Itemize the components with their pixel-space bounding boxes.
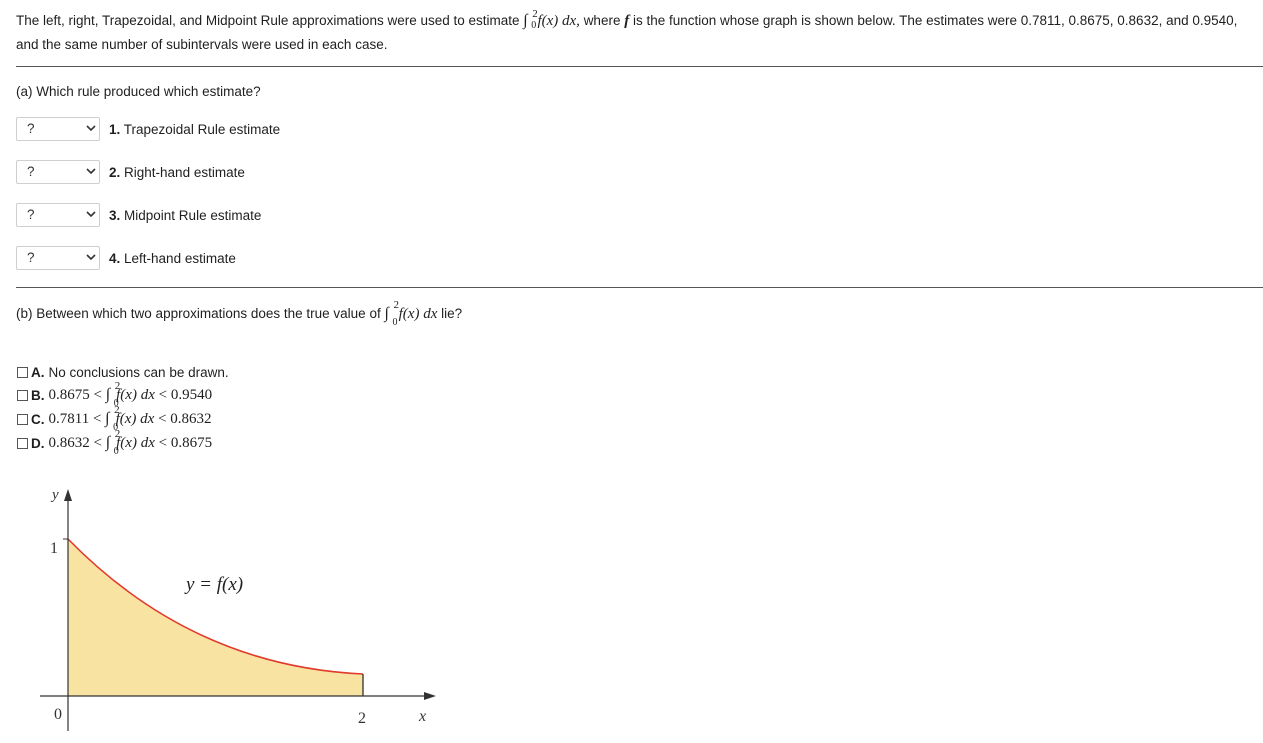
part-b-question: (b) Between which two approximations doe…	[16, 299, 463, 328]
integral-symbol: ∫ 2 0	[105, 404, 120, 433]
option-d-checkbox[interactable]	[17, 437, 28, 449]
integral-symbol: ∫ 2 0	[105, 428, 121, 457]
chevron-down-icon	[86, 125, 96, 132]
option-a-checkbox[interactable]	[17, 366, 28, 378]
option-d[interactable]: D. 0.8632 < ∫ 2 0 f(x) dx < 0.8675	[17, 428, 212, 457]
origin-label: 0	[54, 706, 62, 723]
chevron-down-icon	[86, 211, 96, 218]
option-b-checkbox[interactable]	[17, 389, 28, 401]
option-b[interactable]: B. 0.8675 < ∫ 2 0 f(x) dx < 0.9540	[17, 380, 212, 409]
graph-svg: y x 1 0 2 y = f(x)	[40, 487, 436, 731]
match-label-3: 3. Midpoint Rule estimate	[109, 207, 262, 223]
integral-symbol: ∫ 2 0	[384, 299, 399, 328]
curve-label: y = f(x)	[184, 574, 243, 595]
f-symbol: f	[624, 13, 630, 29]
match-row-3: ? 3. Midpoint Rule estimate	[16, 203, 261, 227]
match-row-4: ? 4. Left-hand estimate	[16, 246, 236, 270]
option-c-checkbox[interactable]	[17, 413, 28, 425]
area-under-curve	[68, 539, 363, 696]
part-a-question: (a) Which rule produced which estimate?	[16, 84, 261, 99]
intro-text-2: where	[583, 13, 621, 28]
integral-symbol: ∫ 2 0	[523, 8, 538, 31]
divider	[16, 66, 1263, 67]
estimate-select-3[interactable]: ?	[16, 203, 100, 227]
option-c[interactable]: C. 0.7811 < ∫ 2 0 f(x) dx < 0.8632	[17, 404, 212, 433]
y-tick-label: 1	[50, 540, 58, 557]
estimate-select-4[interactable]: ?	[16, 246, 100, 270]
x-axis-label: x	[418, 708, 426, 725]
chevron-down-icon	[86, 168, 96, 175]
problem-statement: The left, right, Trapezoidal, and Midpoi…	[16, 8, 1261, 56]
match-label-4: 4. Left-hand estimate	[109, 250, 236, 266]
match-row-2: ? 2. Right-hand estimate	[16, 160, 245, 184]
function-graph: y x 1 0 2 y = f(x)	[16, 469, 468, 740]
x-tick-label: 2	[358, 710, 366, 727]
chevron-down-icon	[86, 254, 96, 261]
match-row-1: ? 1. Trapezoidal Rule estimate	[16, 117, 280, 141]
match-label-2: 2. Right-hand estimate	[109, 164, 245, 180]
divider	[16, 287, 1263, 288]
integral-symbol: ∫ 2 0	[105, 380, 121, 409]
integrand: f(x) dx,	[537, 13, 580, 29]
estimate-select-1[interactable]: ?	[16, 117, 100, 141]
intro-text-1: The left, right, Trapezoidal, and Midpoi…	[16, 13, 520, 28]
y-axis-label: y	[50, 487, 59, 503]
x-axis-arrow	[424, 692, 436, 700]
estimate-select-2[interactable]: ?	[16, 160, 100, 184]
y-axis-arrow	[64, 489, 72, 501]
option-a[interactable]: A. No conclusions can be drawn.	[17, 362, 229, 382]
match-label-1: 1. Trapezoidal Rule estimate	[109, 121, 281, 137]
